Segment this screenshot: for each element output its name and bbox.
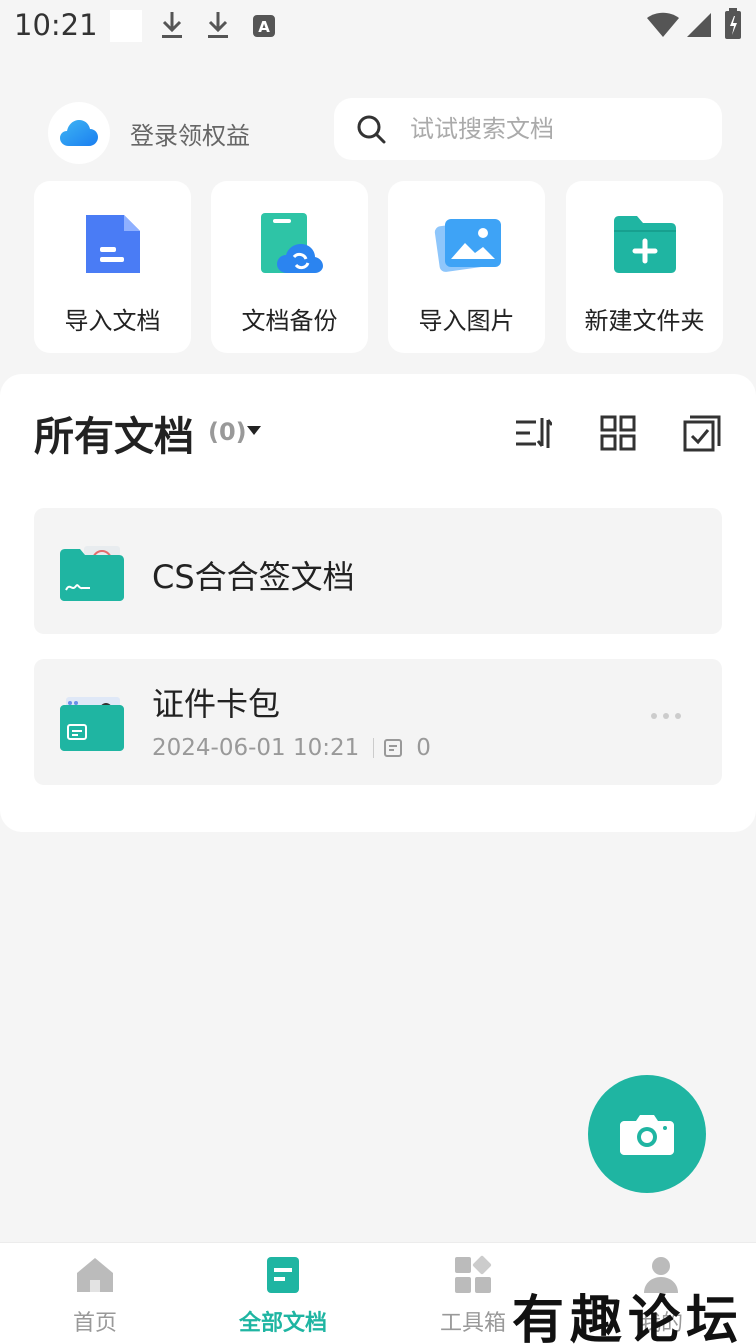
import-document-icon	[86, 215, 140, 273]
document-page-count: 0	[416, 735, 431, 761]
svg-text:A: A	[258, 18, 270, 36]
sort-icon[interactable]	[514, 414, 552, 452]
tab-all-documents[interactable]: 全部文档	[208, 1255, 358, 1341]
watermark: 有趣论坛	[512, 1290, 745, 1344]
new-folder-button[interactable]: 新建文件夹	[566, 181, 723, 353]
new-folder-icon	[614, 216, 676, 273]
download-icon	[162, 12, 182, 38]
camera-button[interactable]	[588, 1075, 706, 1193]
document-item[interactable]: CS合合签文档	[34, 508, 722, 634]
tab-home[interactable]: 首页	[20, 1255, 170, 1341]
notification-placeholder-icon	[110, 10, 142, 42]
home-icon	[77, 1258, 113, 1292]
login-benefits-label: 登录领权益	[130, 121, 250, 150]
grid-view-icon[interactable]	[599, 414, 637, 452]
multi-select-icon[interactable]	[683, 414, 721, 452]
new-folder-label: 新建文件夹	[584, 307, 705, 335]
import-image-label: 导入图片	[418, 307, 515, 335]
import-document-label: 导入文档	[64, 307, 161, 335]
wifi-icon	[647, 12, 679, 37]
toolbox-icon	[455, 1255, 492, 1293]
document-date: 2024-06-01 10:21	[152, 735, 360, 761]
page-icon	[384, 739, 403, 757]
import-image-button[interactable]: 导入图片	[388, 181, 545, 353]
signature-folder-icon	[60, 546, 124, 601]
cloud-icon	[60, 120, 98, 146]
signal-icon	[687, 13, 711, 37]
id-card-folder-icon	[60, 697, 124, 751]
download-icon-2	[208, 12, 228, 38]
document-backup-label: 文档备份	[241, 307, 338, 335]
app-a-icon: A	[253, 15, 275, 37]
document-backup-button[interactable]: 文档备份	[211, 181, 368, 353]
all-documents-panel: 所有文档 (0) CS合合签文档 证件卡包 2024-06-01 10:21 0	[0, 374, 756, 832]
page-title: 所有文档	[34, 414, 194, 460]
avatar	[48, 102, 110, 164]
document-item[interactable]: 证件卡包 2024-06-01 10:21 0	[34, 659, 722, 785]
document-meta: 2024-06-01 10:21 0	[152, 735, 431, 761]
tab-label: 全部文档	[238, 1311, 327, 1336]
meta-divider	[373, 738, 375, 758]
caret-down-icon[interactable]	[247, 426, 261, 435]
camera-icon	[620, 1115, 674, 1155]
search-icon	[357, 115, 386, 144]
document-backup-icon	[261, 213, 323, 273]
search-bar[interactable]	[334, 98, 722, 160]
document-name: CS合合签文档	[152, 558, 355, 596]
document-name: 证件卡包	[152, 685, 281, 723]
import-image-icon	[434, 219, 501, 272]
import-document-button[interactable]: 导入文档	[34, 181, 191, 353]
tab-label: 首页	[72, 1311, 117, 1336]
account-entry[interactable]: 登录领权益	[48, 102, 250, 164]
all-documents-icon	[267, 1257, 299, 1293]
status-bar: 10:21 A	[0, 0, 756, 52]
more-options-icon[interactable]	[650, 711, 682, 721]
document-count: (0)	[208, 418, 247, 446]
search-input[interactable]	[410, 115, 690, 143]
status-time: 10:21	[14, 8, 98, 42]
battery-icon	[725, 8, 741, 39]
